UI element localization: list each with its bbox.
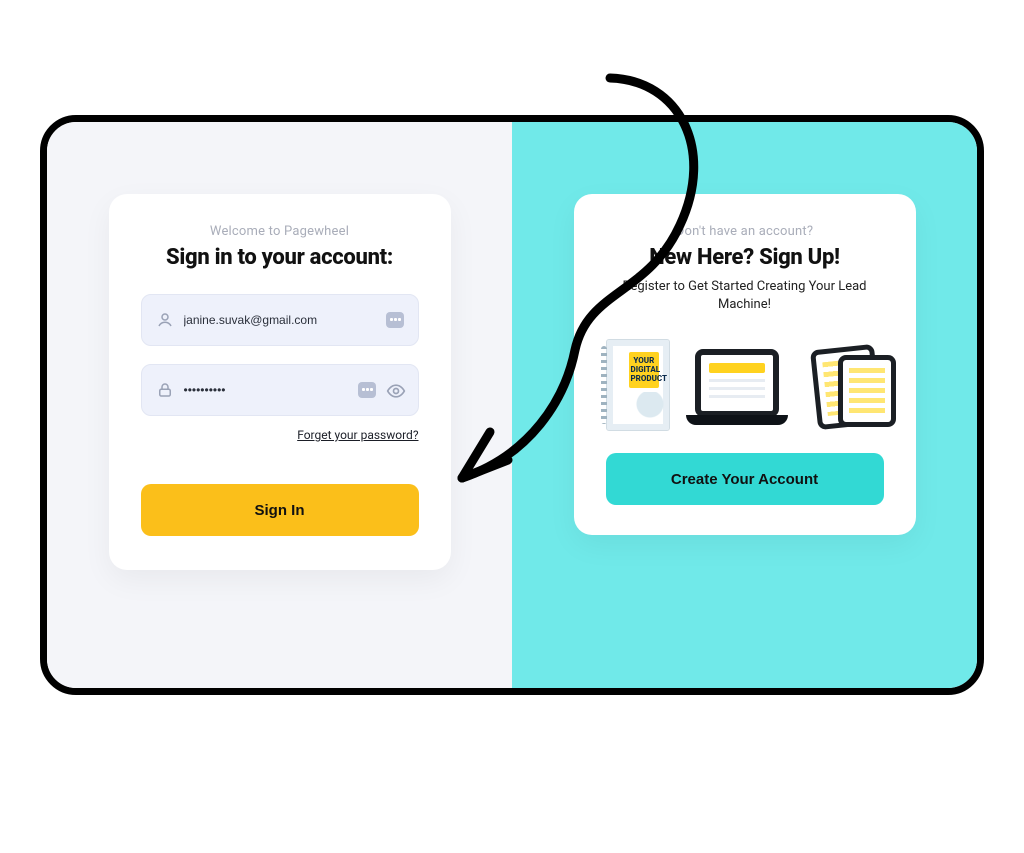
lock-icon [156, 381, 174, 399]
signin-title: Sign in to your account: [141, 245, 419, 270]
password-field[interactable] [141, 364, 419, 416]
signup-subcopy: Register to Get Started Creating Your Le… [606, 278, 884, 313]
promo-row: YOUR DIGITAL PRODUCT [606, 335, 884, 431]
user-icon [156, 311, 174, 329]
lightbulb-icon [635, 392, 665, 422]
promo-notebook: YOUR DIGITAL PRODUCT [606, 339, 671, 431]
promo-laptop [686, 349, 788, 431]
autofill-icon[interactable] [386, 312, 404, 328]
username-input[interactable] [184, 313, 376, 327]
signin-button[interactable]: Sign In [141, 484, 419, 536]
signin-panel: Welcome to Pagewheel Sign in to your acc… [47, 122, 512, 688]
signin-eyebrow: Welcome to Pagewheel [141, 224, 419, 239]
promo-notebook-label: YOUR DIGITAL PRODUCT [629, 352, 660, 388]
browser-frame: Welcome to Pagewheel Sign in to your acc… [40, 115, 984, 695]
password-input[interactable] [184, 383, 348, 397]
signup-panel: Don't have an account? New Here? Sign Up… [512, 122, 977, 688]
eye-icon[interactable] [386, 381, 404, 399]
signin-form: Forget your password? Sign In [141, 294, 419, 536]
signup-title: New Here? Sign Up! [606, 245, 884, 270]
forgot-password-link[interactable]: Forget your password? [141, 428, 419, 442]
signup-card: Don't have an account? New Here? Sign Up… [574, 194, 916, 535]
split-panels: Welcome to Pagewheel Sign in to your acc… [47, 122, 977, 688]
signup-eyebrow: Don't have an account? [606, 224, 884, 239]
signin-card: Welcome to Pagewheel Sign in to your acc… [109, 194, 451, 570]
create-account-button[interactable]: Create Your Account [606, 453, 884, 505]
username-field[interactable] [141, 294, 419, 346]
autofill-icon[interactable] [358, 382, 376, 398]
promo-tablets [804, 345, 883, 431]
